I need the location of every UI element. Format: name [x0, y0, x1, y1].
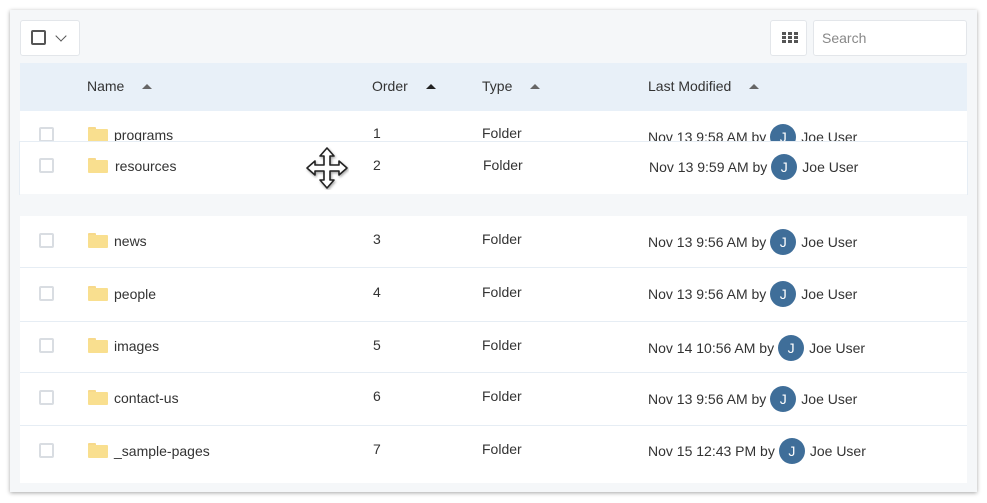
- modified-time: Nov 13 9:56 AM by: [648, 234, 767, 250]
- row-last-modified: Nov 13 9:56 AM by J Joe User: [648, 229, 857, 255]
- grid-view-button[interactable]: [770, 20, 807, 56]
- row-name[interactable]: _sample-pages: [114, 443, 210, 459]
- row-type: Folder: [482, 231, 522, 247]
- column-header-type[interactable]: Type: [482, 63, 541, 111]
- sort-asc-icon[interactable]: [530, 83, 541, 89]
- user-name[interactable]: Joe User: [802, 159, 858, 175]
- move-cursor-icon: [306, 147, 348, 189]
- avatar: J: [778, 438, 805, 464]
- row-checkbox[interactable]: [39, 338, 54, 353]
- row-order: 5: [373, 337, 381, 353]
- modified-time: Nov 13 9:59 AM by: [649, 159, 768, 175]
- row-type: Folder: [482, 337, 522, 353]
- modified-time: Nov 14 10:56 AM by: [648, 340, 775, 356]
- avatar: J: [770, 229, 797, 255]
- row-type: Folder: [482, 284, 522, 300]
- table-row[interactable]: programs 1 Folder Nov 13 9:58 AM by J Jo…: [20, 111, 967, 142]
- column-label: Order: [372, 78, 408, 94]
- modified-time: Nov 15 12:43 PM by: [648, 443, 775, 459]
- user-name[interactable]: Joe User: [810, 443, 866, 459]
- folder-icon: [88, 338, 108, 353]
- column-header-last-modified[interactable]: Last Modified: [648, 63, 760, 111]
- table-row[interactable]: people 4 Folder Nov 13 9:56 AM by J Joe …: [20, 268, 967, 322]
- table-row[interactable]: news 3 Folder Nov 13 9:56 AM by J Joe Us…: [20, 216, 967, 268]
- row-last-modified: Nov 15 12:43 PM by J Joe User: [648, 438, 866, 464]
- row-last-modified: Nov 13 9:56 AM by J Joe User: [648, 386, 857, 412]
- row-order: 2: [373, 157, 381, 173]
- modified-time: Nov 13 9:56 AM by: [648, 286, 767, 302]
- column-label: Last Modified: [648, 78, 732, 94]
- grid-icon: [782, 32, 798, 45]
- row-type: Folder: [482, 125, 522, 141]
- avatar: J: [770, 386, 797, 412]
- table-header: Name Order Type Last Modified: [20, 63, 967, 111]
- avatar: J: [770, 281, 797, 307]
- column-label: Type: [482, 78, 513, 94]
- modified-time: Nov 13 9:56 AM by: [648, 391, 767, 407]
- row-last-modified: Nov 14 10:56 AM by J Joe User: [648, 335, 865, 361]
- row-order: 1: [373, 125, 381, 141]
- drop-placeholder: [20, 194, 967, 216]
- search-input[interactable]: [813, 20, 967, 56]
- row-checkbox[interactable]: [39, 127, 54, 142]
- row-name[interactable]: programs: [114, 127, 173, 142]
- table-row[interactable]: contact-us 6 Folder Nov 13 9:56 AM by J …: [20, 373, 967, 426]
- folder-icon: [88, 390, 108, 405]
- row-last-modified: Nov 13 9:58 AM by J Joe User: [648, 124, 857, 142]
- checkbox-icon[interactable]: [31, 30, 46, 45]
- user-name[interactable]: Joe User: [801, 391, 857, 407]
- row-name[interactable]: contact-us: [114, 390, 179, 406]
- folder-icon: [88, 233, 108, 248]
- row-type: Folder: [482, 441, 522, 457]
- row-checkbox[interactable]: [39, 286, 54, 301]
- row-order: 3: [373, 231, 381, 247]
- modified-time: Nov 13 9:58 AM by: [648, 129, 767, 142]
- row-name[interactable]: resources: [115, 158, 176, 174]
- folder-icon: [88, 158, 108, 173]
- table-row-dragging[interactable]: resources 2 Folder Nov 13 9:59 AM by J J…: [20, 142, 967, 194]
- sort-asc-icon[interactable]: [749, 83, 760, 89]
- avatar: J: [770, 124, 797, 142]
- column-header-name[interactable]: Name: [87, 63, 153, 111]
- bulk-select-dropdown[interactable]: [20, 20, 80, 56]
- user-name[interactable]: Joe User: [801, 129, 857, 142]
- row-checkbox[interactable]: [39, 443, 54, 458]
- folder-icon: [88, 127, 108, 142]
- row-checkbox[interactable]: [39, 233, 54, 248]
- sort-asc-icon[interactable]: [425, 83, 436, 89]
- table-row[interactable]: images 5 Folder Nov 14 10:56 AM by J Joe…: [20, 322, 967, 373]
- user-name[interactable]: Joe User: [801, 286, 857, 302]
- user-name[interactable]: Joe User: [801, 234, 857, 250]
- row-checkbox[interactable]: [39, 390, 54, 405]
- row-checkbox[interactable]: [39, 158, 54, 173]
- row-type: Folder: [483, 157, 523, 173]
- toolbar: [20, 20, 967, 57]
- table-row[interactable]: _sample-pages 7 Folder Nov 15 12:43 PM b…: [20, 426, 967, 483]
- row-name[interactable]: images: [114, 338, 159, 354]
- row-order: 4: [373, 284, 381, 300]
- column-label: Name: [87, 78, 125, 94]
- row-last-modified: Nov 13 9:56 AM by J Joe User: [648, 281, 857, 307]
- user-name[interactable]: Joe User: [809, 340, 865, 356]
- row-name[interactable]: people: [114, 286, 156, 302]
- avatar: J: [771, 154, 798, 180]
- sort-asc-icon[interactable]: [142, 83, 153, 89]
- avatar: J: [778, 335, 805, 361]
- folder-icon: [88, 443, 108, 458]
- folder-icon: [88, 286, 108, 301]
- column-header-order[interactable]: Order: [372, 63, 436, 111]
- row-order: 7: [373, 441, 381, 457]
- chevron-down-icon[interactable]: [55, 30, 67, 42]
- row-last-modified: Nov 13 9:59 AM by J Joe User: [649, 154, 858, 180]
- row-type: Folder: [482, 388, 522, 404]
- row-order: 6: [373, 388, 381, 404]
- row-name[interactable]: news: [114, 233, 147, 249]
